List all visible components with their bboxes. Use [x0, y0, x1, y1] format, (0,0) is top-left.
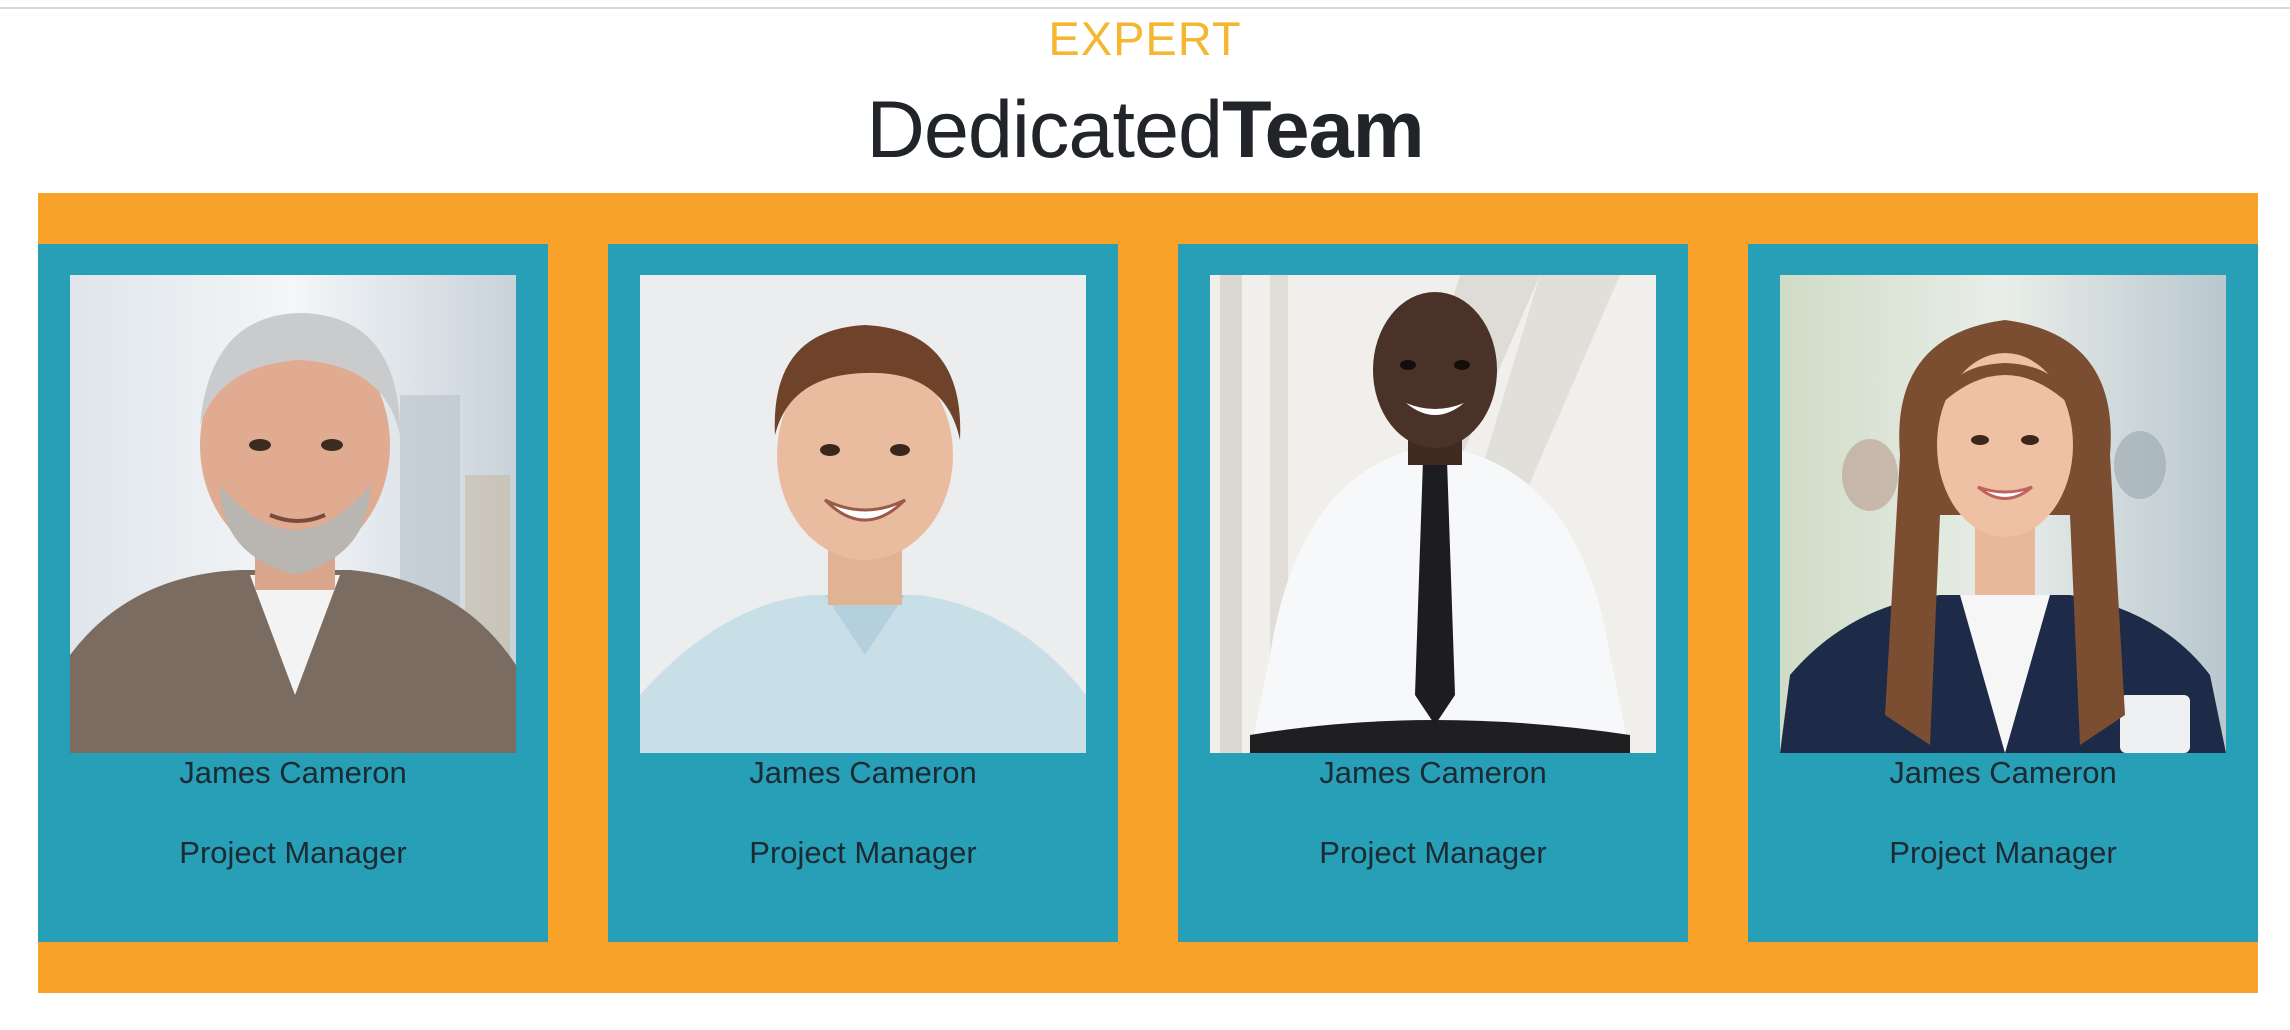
team-member-name: James Cameron: [1889, 755, 2117, 790]
team-member-name: James Cameron: [749, 755, 977, 790]
team-member-photo: [70, 275, 516, 753]
top-divider: [0, 7, 2290, 9]
section-title: DedicatedTeam: [0, 80, 2290, 180]
team-member-photo: [640, 275, 1086, 753]
section-title-bold: Team: [1222, 85, 1425, 175]
team-member-role: Project Manager: [749, 835, 977, 870]
team-card[interactable]: James Cameron Project Manager: [38, 244, 548, 942]
team-member-photo: [1780, 275, 2226, 753]
team-member-photo: [1210, 275, 1656, 753]
team-member-role: Project Manager: [1319, 835, 1547, 870]
team-member-role: Project Manager: [1889, 835, 2117, 870]
team-band: James Cameron Project Manager James Came…: [38, 193, 2258, 993]
team-member-role: Project Manager: [179, 835, 407, 870]
team-card[interactable]: James Cameron Project Manager: [608, 244, 1118, 942]
section-title-regular: Dedicated: [866, 85, 1223, 175]
section-eyebrow: EXPERT: [1048, 12, 1242, 65]
team-card[interactable]: James Cameron Project Manager: [1178, 244, 1688, 942]
team-member-name: James Cameron: [1319, 755, 1547, 790]
team-member-name: James Cameron: [179, 755, 407, 790]
team-card[interactable]: James Cameron Project Manager: [1748, 244, 2258, 942]
